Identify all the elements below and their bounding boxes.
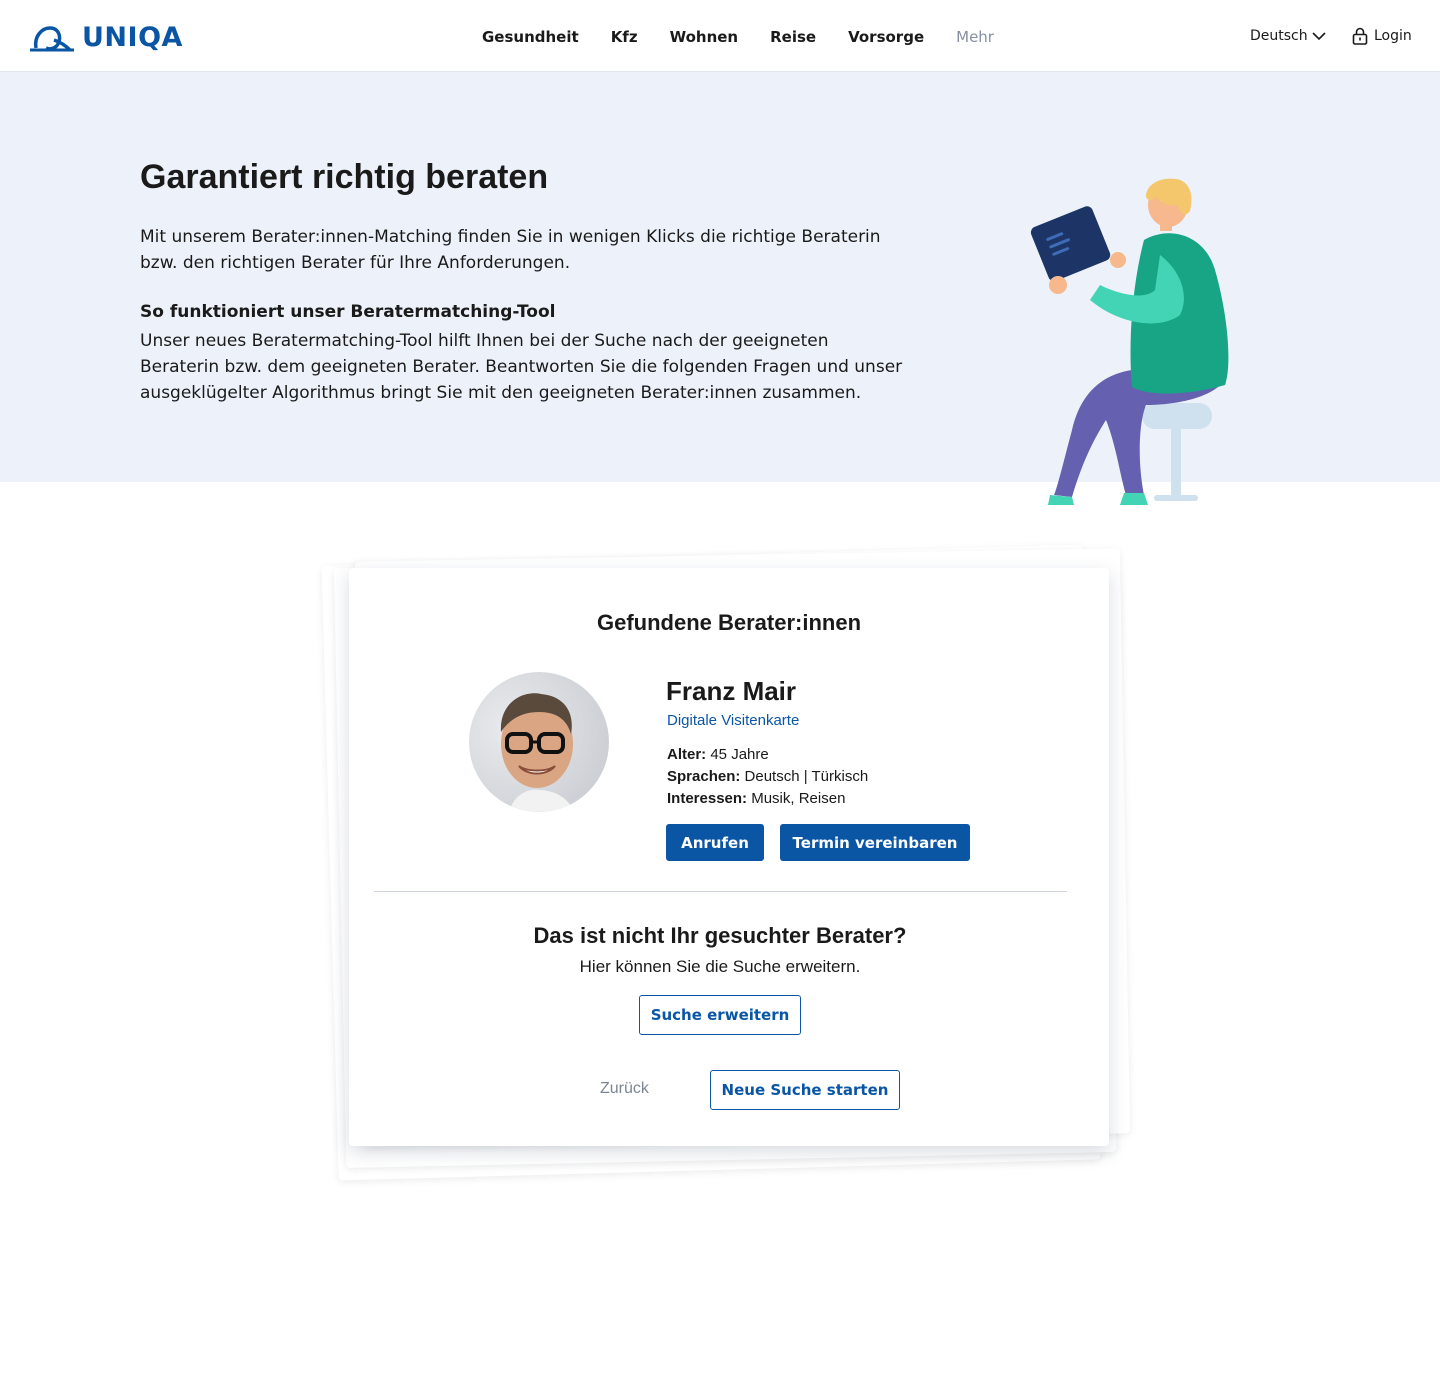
not-found-title: Das ist nicht Ihr gesuchter Berater? (533, 923, 907, 948)
digital-business-card-link[interactable]: Digitale Visitenkarte (667, 712, 799, 729)
logo-text: UNIQA (82, 22, 183, 53)
nav-item-wohnen[interactable]: Wohnen (670, 28, 739, 46)
divider (374, 891, 1067, 892)
call-button[interactable]: Anrufen (666, 824, 764, 861)
back-link[interactable]: Zurück (600, 1080, 649, 1098)
nav-item-gesundheit[interactable]: Gesundheit (482, 28, 579, 46)
age-label: Alter: (667, 746, 707, 763)
nav-item-mehr[interactable]: Mehr (956, 28, 994, 46)
result-title: Gefundene Berater:innen (596, 610, 862, 635)
interests-value: Musik, Reisen (751, 790, 846, 807)
advisor-age-row: Alter: 45 Jahre (667, 746, 769, 763)
languages-label: Sprachen: (667, 768, 741, 785)
nav-item-kfz[interactable]: Kfz (611, 28, 638, 46)
site-header: UNIQA Gesundheit Kfz Wohnen Reise Vorsor… (0, 0, 1440, 72)
person-reading-illustration (1030, 178, 1229, 505)
main-nav: Gesundheit Kfz Wohnen Reise Vorsorge Meh… (482, 28, 994, 46)
advisor-languages-row: Sprachen: Deutsch | Türkisch (667, 768, 868, 785)
appointment-button[interactable]: Termin vereinbaren (780, 824, 970, 861)
advisor-avatar (469, 672, 609, 812)
hero-subtext: Unser neues Beratermatching-Tool hilft I… (140, 331, 903, 403)
nav-item-vorsorge[interactable]: Vorsorge (848, 28, 924, 46)
login-button[interactable]: Login (1352, 27, 1412, 45)
hero-intro: Mit unserem Berater:innen-Matching finde… (140, 227, 881, 273)
result-card: Gefundene Berater:innen Franz Mair Digit… (349, 568, 1109, 1146)
hero-subtitle: So funktioniert unser Beratermatching-To… (140, 302, 556, 322)
advisor-name: Franz Mair (666, 676, 797, 706)
uniqa-logo[interactable]: UNIQA (30, 22, 183, 53)
new-search-button[interactable]: Neue Suche starten (710, 1070, 900, 1110)
language-selector[interactable]: Deutsch (1250, 28, 1326, 44)
nav-item-reise[interactable]: Reise (770, 28, 816, 46)
advisor-interests-row: Interessen: Musik, Reisen (667, 790, 845, 807)
language-label: Deutsch (1250, 28, 1308, 44)
lock-icon (1352, 27, 1368, 45)
uniqa-logo-icon (30, 25, 74, 51)
page-title: Garantiert richtig beraten (140, 158, 549, 196)
age-value: 45 Jahre (710, 746, 769, 763)
login-label: Login (1374, 28, 1412, 44)
languages-value: Deutsch | Türkisch (744, 768, 869, 785)
chevron-down-icon (1312, 32, 1326, 41)
not-found-text: Hier können Sie die Suche erweitern. (579, 957, 861, 976)
interests-label: Interessen: (667, 790, 748, 807)
extend-search-button[interactable]: Suche erweitern (639, 995, 801, 1035)
